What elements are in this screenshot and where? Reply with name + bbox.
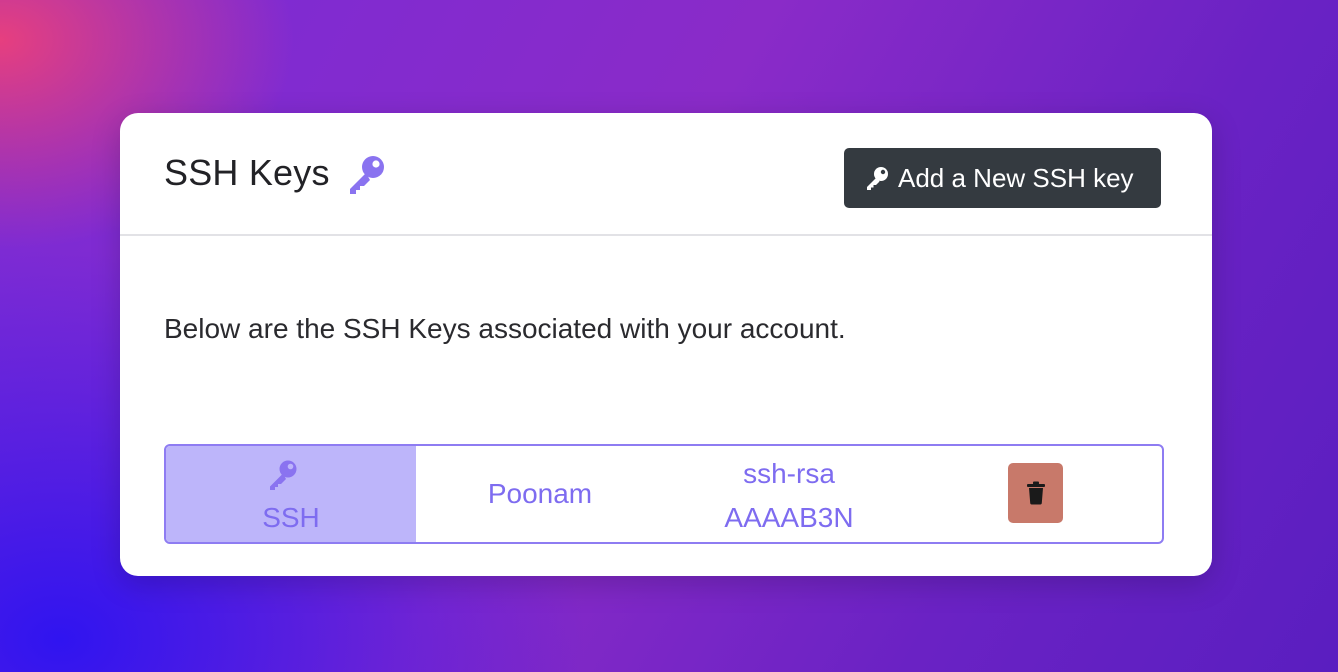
key-value-line1: ssh-rsa <box>743 458 835 489</box>
key-value-line2: AAAAB3N <box>724 502 854 533</box>
key-icon <box>270 460 297 490</box>
description-text: Below are the SSH Keys associated with y… <box>164 313 846 344</box>
ssh-keys-card: SSH Keys Add a New SSH key Below are the… <box>120 113 1212 576</box>
key-icon <box>867 167 888 190</box>
add-ssh-key-button[interactable]: Add a New SSH key <box>844 148 1161 208</box>
card-header: SSH Keys Add a New SSH key <box>120 113 1212 236</box>
key-type-label: SSH <box>262 502 320 533</box>
key-type-cell: SSH <box>166 446 416 542</box>
page-title: SSH Keys <box>164 152 330 193</box>
delete-key-button[interactable] <box>1008 463 1063 523</box>
trash-icon <box>1026 481 1045 505</box>
key-name: Poonam <box>487 478 593 509</box>
ssh-key-row: SSH Poonam ssh-rsa AAAAB3N <box>164 444 1164 544</box>
add-ssh-key-label: Add a New SSH key <box>898 162 1134 193</box>
key-icon <box>350 156 384 194</box>
key-value: ssh-rsa AAAAB3N <box>664 452 914 538</box>
